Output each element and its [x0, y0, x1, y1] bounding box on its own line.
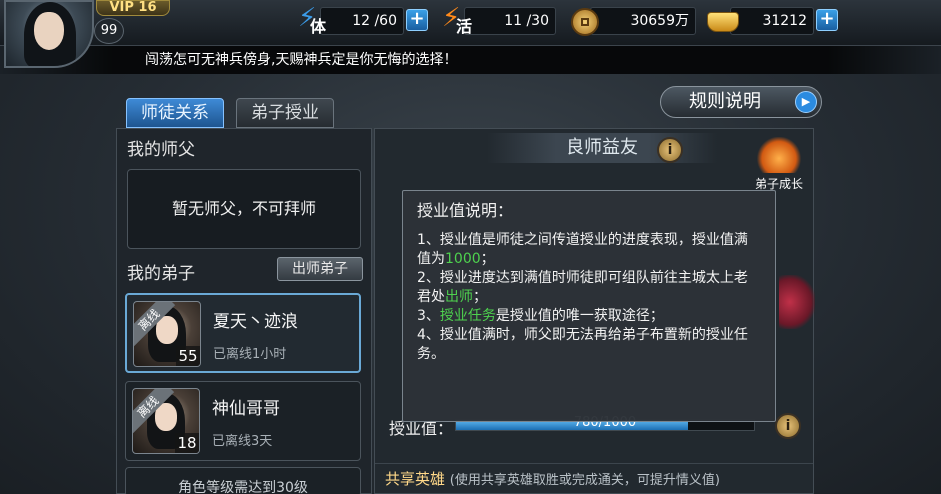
- shared-heroes-title: 共享英雄: [385, 470, 446, 488]
- coin-icon: [568, 3, 602, 41]
- disciple-growth-icon[interactable]: [757, 137, 801, 173]
- decorative-ribbon: [779, 275, 815, 329]
- vigor-icon: ⚡ 活: [442, 3, 473, 36]
- player-avatar[interactable]: [4, 0, 94, 68]
- ingot-value: 31212: [730, 7, 814, 35]
- tab-master-relation[interactable]: 师徒关系: [126, 98, 224, 128]
- disciple-portrait: 离线 18: [132, 388, 200, 454]
- disciple-name: 夏天丶迹浪: [213, 312, 298, 332]
- stamina-icon: ⚡ 体: [298, 3, 327, 36]
- info-icon[interactable]: i: [657, 137, 683, 163]
- vip-badge[interactable]: VIP 16: [96, 0, 170, 16]
- tooltip-highlight: 授业任务: [439, 308, 496, 324]
- disciple-name: 神仙哥哥: [212, 399, 280, 419]
- teaching-value-tooltip: 授业值说明： 1、授业值是师徒之间传道授业的进度表现，授业值满值为1000； 2…: [402, 190, 776, 422]
- tooltip-text: 是授业值的唯一获取途径；: [495, 308, 664, 324]
- graduate-disciples-button[interactable]: 出师弟子: [277, 257, 363, 281]
- shared-heroes-section: 共享英雄 (使用共享英雄取胜或完成通关，可提升情义值): [375, 463, 813, 493]
- disciple-card[interactable]: 离线 18 神仙哥哥 已离线3天: [125, 381, 361, 461]
- info-icon[interactable]: i: [775, 413, 801, 439]
- tooltip-line-4: 4、授业值满时，师父即无法再给弟子布置新的授业任务。: [417, 327, 748, 362]
- tooltip-text: 3、: [417, 308, 440, 324]
- play-arrow-icon: ▶: [795, 91, 817, 113]
- coin-value: 30659万: [590, 7, 696, 35]
- stamina-glyph: 体: [310, 17, 327, 36]
- tooltip-highlight: 出师: [445, 289, 473, 305]
- rules-button-label: 规则说明: [689, 91, 761, 112]
- tooltip-title: 授业值说明：: [417, 201, 514, 220]
- disciple-level: 18: [175, 433, 199, 453]
- stamina-value: 12 /60: [320, 7, 404, 35]
- level-requirement-notice: 角色等级需达到30级: [125, 467, 361, 494]
- disciple-level: 55: [176, 346, 200, 366]
- my-master-title: 我的师父: [127, 140, 195, 160]
- no-master-notice: 暂无师父，不可拜师: [127, 169, 361, 249]
- vigor-value: 11 /30: [464, 7, 556, 35]
- shared-heroes-subtitle: (使用共享英雄取胜或完成通关，可提升情义值): [449, 473, 720, 488]
- announcement-marquee: 闯荡怎可无神兵傍身,天赐神兵定是你无悔的选择！: [0, 46, 941, 74]
- ingot-add-button[interactable]: +: [816, 9, 838, 31]
- disciple-status: 已离线3天: [212, 434, 273, 449]
- ingot-icon: [706, 3, 740, 41]
- tooltip-highlight: 1000: [445, 251, 481, 267]
- tooltip-text: ；: [480, 251, 495, 267]
- disciple-card[interactable]: 离线 55 夏天丶迹浪 已离线1小时: [125, 293, 361, 373]
- left-column: 我的师父 暂无师父，不可拜师 我的弟子 出师弟子 离线 55 夏天丶迹浪 已离线…: [116, 128, 372, 494]
- my-disciples-title: 我的弟子: [127, 264, 195, 284]
- player-level: 99: [94, 18, 124, 44]
- avatar-face: [34, 12, 64, 50]
- tooltip-text: ；: [473, 289, 487, 305]
- rules-button[interactable]: 规则说明 ▶: [660, 86, 822, 118]
- tooltip-line-1: 1、授业值是师徒之间传道授业的进度表现，授业值满值为1000；: [417, 231, 761, 269]
- tooltip-line-3: 3、授业任务是授业值的唯一获取途径；: [417, 307, 761, 326]
- disciple-status: 已离线1小时: [213, 347, 287, 362]
- disciple-portrait: 离线 55: [133, 301, 201, 367]
- tooltip-line-2: 2、授业进度达到满值时师徒即可组队前往主城太上老君处出师；: [417, 269, 761, 307]
- stamina-add-button[interactable]: +: [406, 9, 428, 31]
- vigor-glyph: 活: [456, 17, 473, 36]
- top-bar: VIP 16 99 ⚡ 体 12 /60 + ⚡ 活 11 /30 30659万…: [0, 0, 941, 68]
- tab-disciple-teaching[interactable]: 弟子授业: [236, 98, 334, 128]
